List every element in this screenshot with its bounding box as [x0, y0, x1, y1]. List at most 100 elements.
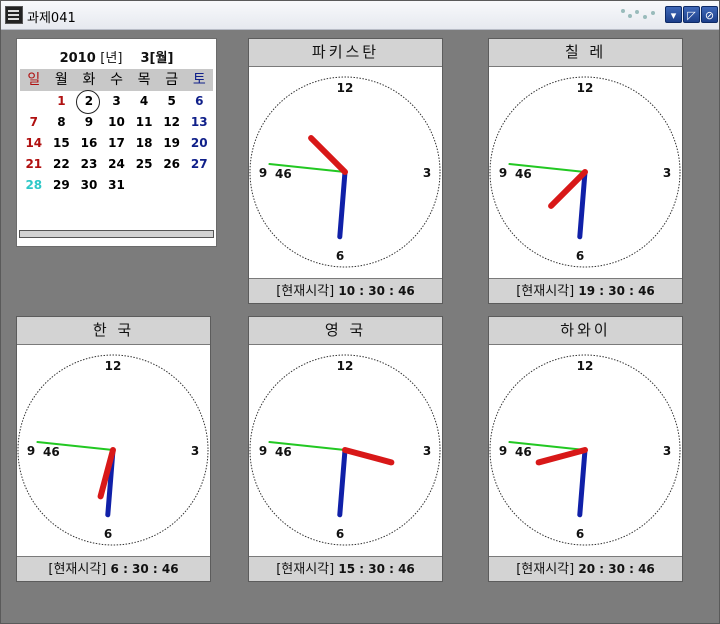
calendar-day[interactable]: 26 — [158, 154, 186, 175]
calendar-day[interactable]: 27 — [185, 154, 213, 175]
calendar-week: 28 29 30 31 — [20, 175, 213, 196]
maximize-button[interactable]: ◸ — [683, 6, 700, 23]
weekday-tue: 화 — [82, 72, 96, 88]
calendar-scrollbar[interactable] — [19, 230, 214, 238]
calendar-day[interactable]: 12 — [158, 112, 186, 133]
calendar-day[interactable]: 9 — [75, 112, 103, 133]
dial-number-9: 9 — [499, 166, 507, 180]
calendar-day[interactable]: 31 — [103, 175, 131, 196]
calendar-day[interactable]: 8 — [48, 112, 76, 133]
minute-hand — [577, 447, 588, 518]
calendar-day[interactable]: 28 — [20, 175, 48, 196]
dial-number-12: 12 — [337, 81, 354, 95]
title-bar[interactable]: 과제041 ▾ ◸ ⊘ — [1, 1, 719, 30]
close-button[interactable]: ⊘ — [701, 6, 718, 23]
clock-face: 12 3 6 9 46 — [489, 76, 681, 268]
clock-panel: 칠 레 12 3 6 9 46 [현재시각] 19 : 30 : 46 — [488, 38, 683, 304]
calendar-day[interactable]: 14 — [20, 133, 48, 154]
dial-number-9: 9 — [499, 444, 507, 458]
calendar-day[interactable]: 1 — [48, 91, 76, 112]
weekday-mon: 월 — [54, 72, 68, 88]
calendar-day[interactable]: 4 — [130, 91, 158, 112]
calendar-week: 1 2 3 4 5 6 — [20, 90, 213, 114]
calendar-day-today[interactable]: 2 — [75, 90, 103, 114]
calendar-day[interactable] — [185, 175, 213, 196]
dial-number-12: 12 — [577, 359, 594, 373]
calendar-year-suffix: [년] — [100, 51, 123, 66]
calendar-day[interactable]: 21 — [20, 154, 48, 175]
dial-number-3: 3 — [191, 444, 199, 458]
dial-number-12: 12 — [337, 359, 354, 373]
calendar-day[interactable]: 3 — [103, 91, 131, 112]
calendar-week: 14 15 16 17 18 19 20 — [20, 133, 213, 154]
dial-number-6: 6 — [104, 527, 112, 541]
calendar-day[interactable]: 30 — [75, 175, 103, 196]
second-readout: 46 — [515, 167, 532, 181]
hour-hand — [548, 169, 588, 209]
minimize-button[interactable]: ▾ — [665, 6, 682, 23]
calendar-day[interactable]: 11 — [130, 112, 158, 133]
clock-panel: 하와이 12 3 6 9 46 [현재시각] 20 : 30 : 46 — [488, 316, 683, 582]
calendar-week: 7 8 9 10 11 12 13 — [20, 112, 213, 133]
calendar-day[interactable]: 6 — [185, 91, 213, 112]
clock-face: 12 3 6 9 46 — [249, 76, 441, 268]
calendar-day[interactable]: 20 — [185, 133, 213, 154]
clock-time-readout: [현재시각] 15 : 30 : 46 — [249, 556, 442, 581]
calendar-day[interactable]: 16 — [75, 133, 103, 154]
calendar-day[interactable]: 10 — [103, 112, 131, 133]
calendar-day[interactable]: 13 — [185, 112, 213, 133]
clock-city-title: 한 국 — [17, 317, 210, 345]
clock-time-readout: [현재시각] 19 : 30 : 46 — [489, 278, 682, 303]
weekday-thu: 목 — [137, 72, 151, 88]
minute-hand — [337, 447, 348, 518]
weekday-sun: 일 — [27, 72, 41, 88]
dial-number-6: 6 — [576, 249, 584, 263]
clock-city-title: 하와이 — [489, 317, 682, 345]
hour-hand — [535, 447, 588, 466]
calendar-day[interactable]: 18 — [130, 133, 158, 154]
calendar-day[interactable]: 23 — [75, 154, 103, 175]
dial-number-3: 3 — [423, 444, 431, 458]
calendar-grid: 1 2 3 4 5 6 7 8 9 10 11 12 13 14 15 16 1… — [20, 90, 213, 196]
window-title: 과제041 — [27, 11, 76, 26]
calendar-day[interactable]: 19 — [158, 133, 186, 154]
second-readout: 46 — [515, 445, 532, 459]
weekday-fri: 금 — [165, 72, 179, 88]
clock-city-title: 영 국 — [249, 317, 442, 345]
calendar-day[interactable]: 5 — [158, 91, 186, 112]
calendar-day[interactable]: 17 — [103, 133, 131, 154]
calendar-day[interactable]: 25 — [130, 154, 158, 175]
clock-city-title: 칠 레 — [489, 39, 682, 67]
hour-hand — [308, 135, 348, 175]
time-label: [현재시각] — [516, 284, 575, 299]
dial-number-6: 6 — [576, 527, 584, 541]
second-readout: 46 — [43, 445, 60, 459]
dial-number-3: 3 — [663, 166, 671, 180]
calendar-year: 2010 — [59, 51, 96, 66]
calendar-day[interactable]: 29 — [48, 175, 76, 196]
time-value: 10 : 30 : 46 — [338, 284, 415, 298]
calendar-day[interactable] — [20, 91, 48, 112]
clock-time-readout: [현재시각] 6 : 30 : 46 — [17, 556, 210, 581]
weekday-wed: 수 — [110, 72, 123, 88]
time-label: [현재시각] — [48, 562, 107, 577]
calendar-day[interactable] — [130, 175, 158, 196]
calendar-day[interactable]: 24 — [103, 154, 131, 175]
clock-panel: 한 국 12 3 6 9 46 [현재시각] 6 : 30 : 46 — [16, 316, 211, 582]
second-readout: 46 — [275, 445, 292, 459]
clock-panel: 영 국 12 3 6 9 46 [현재시각] 15 : 30 : 46 — [248, 316, 443, 582]
calendar-day[interactable] — [158, 175, 186, 196]
calendar-week: 21 22 23 24 25 26 27 — [20, 154, 213, 175]
calendar-day[interactable]: 7 — [20, 112, 48, 133]
dial-number-6: 6 — [336, 249, 344, 263]
dial-number-12: 12 — [105, 359, 122, 373]
dial-number-3: 3 — [663, 444, 671, 458]
clock-panel: 파키스탄 12 3 6 9 46 [현재시각] 10 : 30 : 46 — [248, 38, 443, 304]
clock-face: 12 3 6 9 46 — [249, 354, 441, 546]
calendar-day[interactable]: 22 — [48, 154, 76, 175]
calendar-day[interactable]: 15 — [48, 133, 76, 154]
calendar-month: 3[월] — [140, 51, 174, 66]
app-icon — [5, 6, 23, 24]
time-value: 15 : 30 : 46 — [338, 562, 415, 576]
dial-number-9: 9 — [259, 166, 267, 180]
